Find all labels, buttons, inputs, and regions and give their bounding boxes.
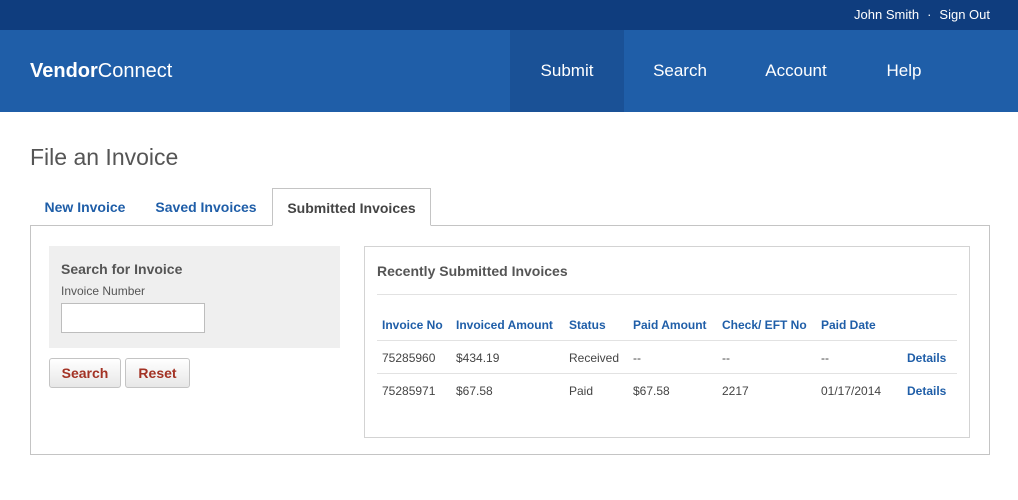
recent-invoices-panel: Recently Submitted Invoices Invoice No I… xyxy=(364,246,970,438)
column-header-invoice-no: Invoice No xyxy=(382,318,443,332)
tab-saved-invoices[interactable]: Saved Invoices xyxy=(142,188,270,226)
brand-light: Connect xyxy=(97,60,173,82)
row-1-paid-date: -- xyxy=(821,351,829,365)
row-2-paid-amount: $67.58 xyxy=(633,384,670,398)
top-utility-bar: John Smith · Sign Out xyxy=(0,0,1018,30)
row-1-paid-amount: -- xyxy=(633,351,641,365)
separator: · xyxy=(927,7,932,22)
column-header-paid-date: Paid Date xyxy=(821,318,876,332)
row-divider xyxy=(377,340,957,341)
nav-account[interactable]: Account xyxy=(736,30,856,112)
nav-help[interactable]: Help xyxy=(856,30,952,112)
heading-divider xyxy=(377,294,957,295)
row-2-invoice-no: 75285971 xyxy=(382,384,436,398)
main-navbar: VendorConnect Submit Search Account Help xyxy=(0,30,1018,112)
invoice-number-label: Invoice Number xyxy=(61,284,146,298)
invoice-search-box: Search for Invoice Invoice Number xyxy=(49,246,340,348)
search-button[interactable]: Search xyxy=(49,358,121,388)
brand-logo[interactable]: VendorConnect xyxy=(30,60,172,83)
nav-submit[interactable]: Submit xyxy=(510,30,624,112)
column-header-invoiced-amount: Invoiced Amount xyxy=(456,318,553,332)
row-1-invoiced-amount: $434.19 xyxy=(456,351,500,365)
row-2-details-link[interactable]: Details xyxy=(907,384,946,398)
column-header-check-eft-no: Check/ EFT No xyxy=(722,318,807,332)
invoice-number-input[interactable] xyxy=(61,303,205,333)
tab-new-invoice[interactable]: New Invoice xyxy=(30,188,140,226)
row-2-status: Paid xyxy=(569,384,594,398)
row-2-paid-date: 01/17/2014 xyxy=(821,384,882,398)
tab-submitted-invoices[interactable]: Submitted Invoices xyxy=(272,188,431,226)
user-menu: John Smith · Sign Out xyxy=(854,7,990,22)
page-title: File an Invoice xyxy=(30,144,179,170)
row-1-details-link[interactable]: Details xyxy=(907,351,946,365)
reset-button[interactable]: Reset xyxy=(125,358,190,388)
row-1-check-eft-no: -- xyxy=(722,351,730,365)
row-2-invoiced-amount: $67.58 xyxy=(456,384,493,398)
row-divider xyxy=(377,373,957,374)
nav-search[interactable]: Search xyxy=(624,30,736,112)
sign-out-link[interactable]: Sign Out xyxy=(939,7,990,22)
row-2-check-eft-no: 2217 xyxy=(722,384,749,398)
search-heading: Search for Invoice xyxy=(61,261,183,277)
column-header-paid-amount: Paid Amount xyxy=(633,318,707,332)
column-header-status: Status xyxy=(569,318,606,332)
row-1-status: Received xyxy=(569,351,620,365)
recent-invoices-heading: Recently Submitted Invoices xyxy=(377,263,568,279)
user-name-link[interactable]: John Smith xyxy=(854,7,919,22)
row-1-invoice-no: 75285960 xyxy=(382,351,436,365)
brand-bold: Vendor xyxy=(30,60,98,82)
